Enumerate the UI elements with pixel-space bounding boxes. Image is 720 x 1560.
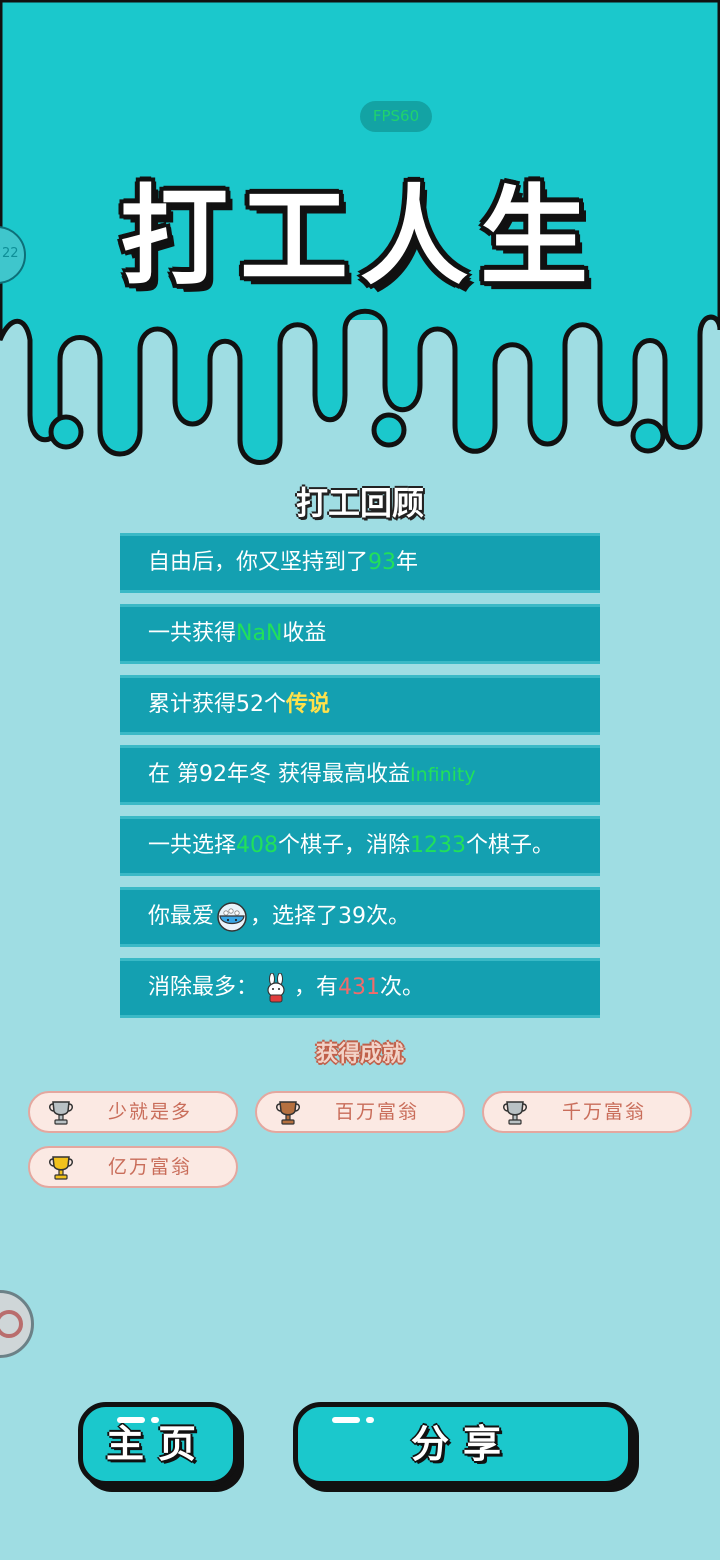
home-button-label: 主页 [105, 1422, 210, 1466]
review-row: 自由后，你又坚持到了93年 [120, 533, 600, 593]
review-row: 你最爱 ，选择了39次。 [120, 887, 600, 947]
button-shine [151, 1417, 159, 1423]
review-row-text: 个棋子，消除 [278, 833, 411, 858]
achievement-badge[interactable]: 千万富翁 [482, 1091, 692, 1133]
review-row-text: 一共获得 [148, 621, 237, 646]
review-row-text: 消除最多： [148, 975, 259, 1000]
spiral-icon [0, 1310, 23, 1338]
achievements-title: 获得成就 [315, 1042, 404, 1067]
review-row-text: 次。 [380, 975, 425, 1000]
review-row-text: 累计获得52个 [148, 692, 286, 717]
review-row-text: 在 第92年冬 获得最高收益 [148, 762, 410, 787]
rabbit-icon [267, 973, 285, 1003]
review-row-text: ，有 [294, 975, 339, 1000]
review-row-value: 传说 [286, 692, 331, 717]
review-row-text: 一共选择 [148, 833, 237, 858]
achievement-badge[interactable]: 亿万富翁 [28, 1146, 238, 1188]
game-screen: FPS60 22 打工人生 打工回顾 自由后，你又坚持到了93年 一共获得NaN… [0, 0, 720, 1560]
achievement-badge[interactable]: 少就是多 [28, 1091, 238, 1133]
gold-trophy-icon [49, 1156, 73, 1180]
review-row-value: 93 [368, 550, 397, 575]
review-row-text: ，选择了39次。 [250, 904, 411, 929]
review-row-text: 年 [396, 550, 419, 575]
fps-counter: FPS60 [360, 101, 432, 132]
share-button-label: 分享 [410, 1422, 515, 1466]
review-row-value-2: 1233 [410, 833, 467, 858]
review-row-value: NaN [236, 621, 283, 646]
rice-bowl-icon [217, 902, 247, 932]
game-title: 打工人生 [119, 175, 600, 300]
button-shine [117, 1417, 145, 1423]
achievement-label: 百万富翁 [335, 1101, 420, 1123]
achievement-label: 千万富翁 [562, 1101, 647, 1123]
achievement-label: 少就是多 [108, 1101, 193, 1123]
review-row: 一共选择408个棋子，消除1233个棋子。 [120, 816, 600, 876]
button-shine [332, 1417, 360, 1423]
review-row: 累计获得52个传说 [120, 675, 600, 735]
review-row-text: 你最爱 [148, 904, 215, 929]
review-row: 一共获得NaN收益 [120, 604, 600, 664]
button-shine [366, 1417, 374, 1423]
review-row-value: 408 [236, 833, 279, 858]
achievement-badge[interactable]: 百万富翁 [255, 1091, 465, 1133]
review-row-value: Infinity [409, 764, 476, 786]
share-button[interactable]: 分享 [293, 1402, 633, 1486]
review-row-text: 收益 [282, 621, 327, 646]
silver-trophy-icon [503, 1101, 527, 1125]
review-row-text: 自由后，你又坚持到了 [148, 550, 369, 575]
review-row-value: 431 [338, 975, 381, 1000]
side-spiral-button[interactable] [0, 1290, 34, 1358]
review-row: 在 第92年冬 获得最高收益Infinity [120, 745, 600, 805]
silver-trophy-icon [49, 1101, 73, 1125]
bronze-trophy-icon [276, 1101, 300, 1125]
home-button[interactable]: 主页 [78, 1402, 238, 1486]
review-row-text: 个棋子。 [466, 833, 555, 858]
review-title: 打工回顾 [295, 484, 424, 522]
achievement-label: 亿万富翁 [108, 1156, 193, 1178]
review-row: 消除最多： ，有431次。 [120, 958, 600, 1018]
